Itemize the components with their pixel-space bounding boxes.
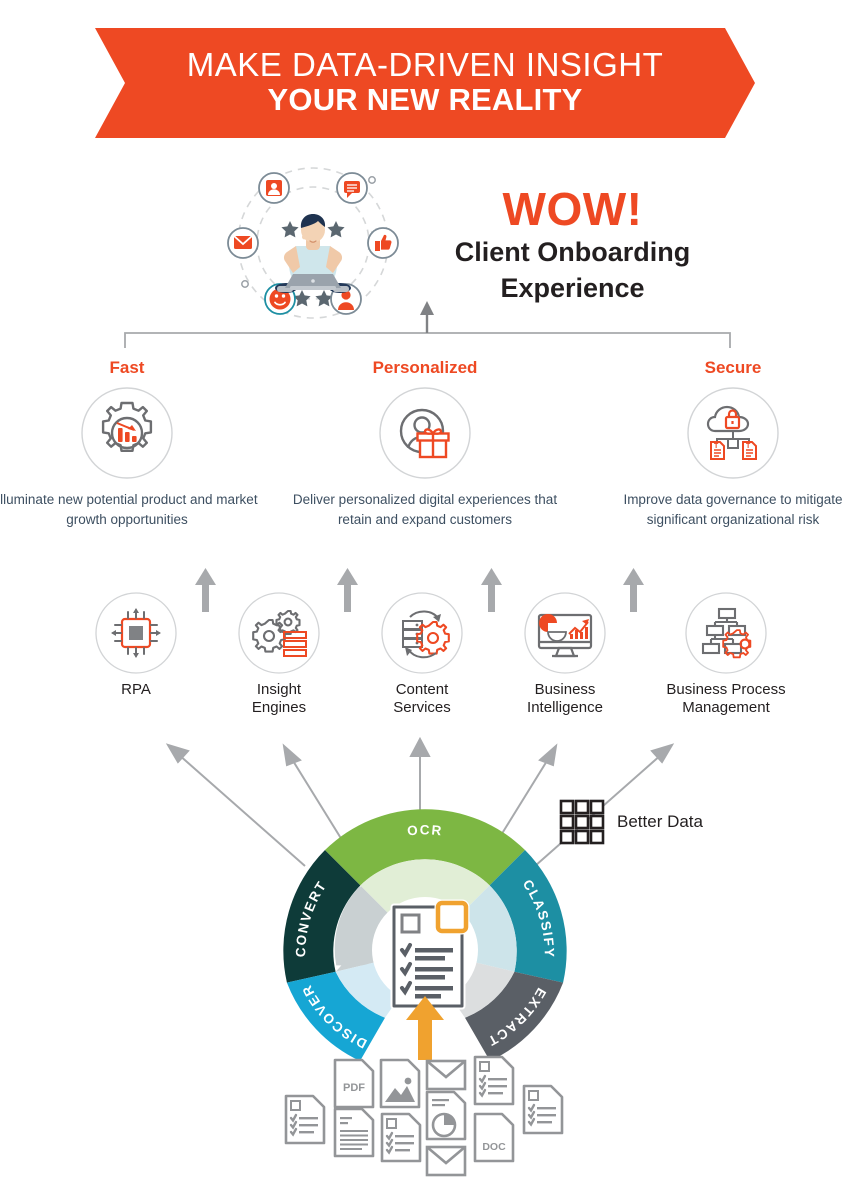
tech-label: RPA — [121, 681, 151, 698]
monitor-charts-icon — [524, 592, 606, 674]
source-documents-group: PDF DOC — [278, 1052, 573, 1182]
document-icon-checklist — [284, 1094, 326, 1145]
envelope-icon — [425, 1145, 467, 1177]
document-icon-doc: DOC — [473, 1112, 515, 1163]
pillar-secure: Secure T T Improve data governance to mi… — [598, 358, 850, 529]
orbit-icon-chat — [336, 172, 368, 204]
wheel-label-ocr: OCR — [407, 822, 444, 838]
envelope-icon — [425, 1059, 467, 1091]
checklist-document-icon — [390, 899, 470, 1010]
tech-rpa: RPA — [66, 592, 206, 699]
tech-business-process-management: Business Process Management — [638, 592, 814, 716]
banner-headline-line2: YOUR NEW REALITY — [267, 82, 583, 118]
tech-label-2: Engines — [251, 698, 307, 716]
better-data-callout: Better Data — [558, 798, 703, 846]
pillar-title: Fast — [109, 358, 145, 377]
hero-headline: WOW! Client Onboarding Experience — [400, 186, 745, 305]
tech-label: Content — [395, 681, 449, 698]
gear-with-bar-chart-icon — [81, 387, 173, 479]
tech-label-2: Services — [393, 698, 451, 716]
better-data-label: Better Data — [617, 812, 703, 831]
microchip-icon — [95, 592, 177, 674]
document-icon-image — [379, 1058, 421, 1109]
orbit-icon-mail — [227, 227, 259, 259]
tech-insight-engines: Insight Engines — [209, 592, 349, 716]
hero-headline-line1: Client Onboarding — [454, 237, 691, 267]
pdf-label: PDF — [343, 1082, 365, 1094]
document-icon-pdf: PDF — [333, 1058, 375, 1109]
document-icon-pie-chart — [425, 1090, 467, 1141]
tech-label: Business Process — [666, 681, 786, 698]
person-with-laptop-icon — [275, 214, 351, 293]
document-icon-checklist — [473, 1055, 515, 1106]
tech-label-2: Management — [682, 698, 770, 716]
person-with-gift-icon — [379, 387, 471, 479]
pillar-description: Deliver personalized digital experiences… — [292, 492, 558, 527]
pillar-title: Secure — [704, 358, 762, 377]
gears-with-list-icon — [238, 592, 320, 674]
orbit-icon-user-card — [258, 172, 290, 204]
svg-text:T: T — [746, 443, 751, 450]
orbit-icon-thumbs-up — [367, 227, 399, 259]
tech-label: Business — [534, 681, 596, 698]
pillar-personalized: Personalized Deliver personalized digita… — [290, 358, 560, 529]
tech-label-2: Intelligence — [527, 698, 603, 716]
pillar-description: Illuminate new potential product and mar… — [0, 492, 258, 527]
wow-accent-text: WOW! — [502, 183, 643, 235]
tech-business-intelligence: Business Intelligence — [495, 592, 635, 716]
pillar-title: Personalized — [372, 358, 478, 377]
cloud-lock-documents-icon: TT — [687, 387, 779, 479]
server-gear-sync-icon — [381, 592, 463, 674]
banner-headline-line1: MAKE DATA-DRIVEN INSIGHT — [186, 46, 664, 84]
pillar-description: Improve data governance to mitigate sign… — [623, 492, 843, 527]
document-icon-checklist — [522, 1084, 564, 1135]
document-icon-lined — [333, 1107, 375, 1158]
tech-content-services: Content Services — [352, 592, 492, 716]
document-icon-checklist — [380, 1112, 422, 1163]
flowchart-gear-icon — [685, 592, 767, 674]
infographic-canvas: MAKE DATA-DRIVEN INSIGHT YOUR NEW REALIT… — [0, 0, 850, 1188]
tech-label: Insight — [256, 681, 302, 698]
pillar-fast: Fast Illuminate new potential product an… — [0, 358, 262, 529]
doc-label: DOC — [482, 1141, 506, 1153]
svg-text:T: T — [714, 443, 719, 450]
header-banner: MAKE DATA-DRIVEN INSIGHT YOUR NEW REALIT… — [95, 28, 755, 138]
pillar-connector-bracket — [95, 300, 760, 362]
document-processing-wheel: CONVERT OCR CLASSIFY EXTRACT DISCOVER — [275, 800, 575, 1061]
